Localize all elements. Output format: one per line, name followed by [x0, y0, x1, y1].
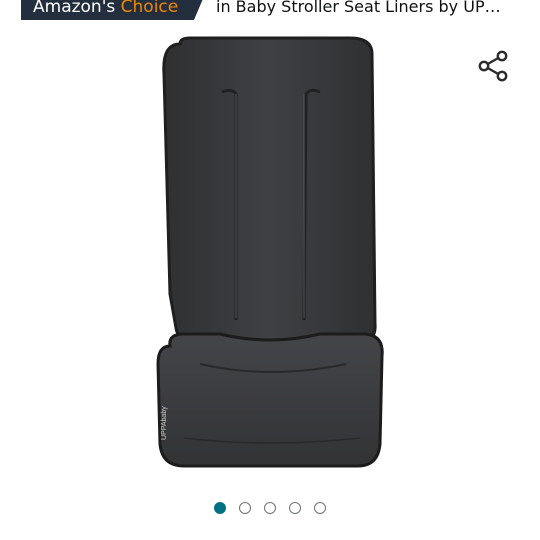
- share-icon: [478, 50, 508, 82]
- amazons-choice-badge: Amazon's Choice: [21, 0, 205, 20]
- carousel-dot-3[interactable]: [264, 502, 276, 514]
- badge-category-text[interactable]: in Baby Stroller Seat Liners by UP…: [216, 0, 516, 20]
- share-button[interactable]: [476, 48, 512, 84]
- carousel-dot-5[interactable]: [314, 502, 326, 514]
- stroller-seat-liner-image: UPPAbaby: [156, 36, 384, 468]
- carousel-dot-2[interactable]: [239, 502, 251, 514]
- image-carousel-indicator: [0, 502, 540, 518]
- badge-highlight: Choice: [120, 0, 179, 17]
- amazons-choice-banner[interactable]: Amazon's Choice in Baby Stroller Seat Li…: [0, 0, 540, 22]
- badge-prefix: Amazon's: [33, 0, 116, 17]
- brand-logo-print: UPPAbaby: [161, 406, 168, 440]
- carousel-dot-4[interactable]: [289, 502, 301, 514]
- carousel-dot-1[interactable]: [214, 502, 226, 514]
- product-image[interactable]: UPPAbaby: [150, 34, 390, 474]
